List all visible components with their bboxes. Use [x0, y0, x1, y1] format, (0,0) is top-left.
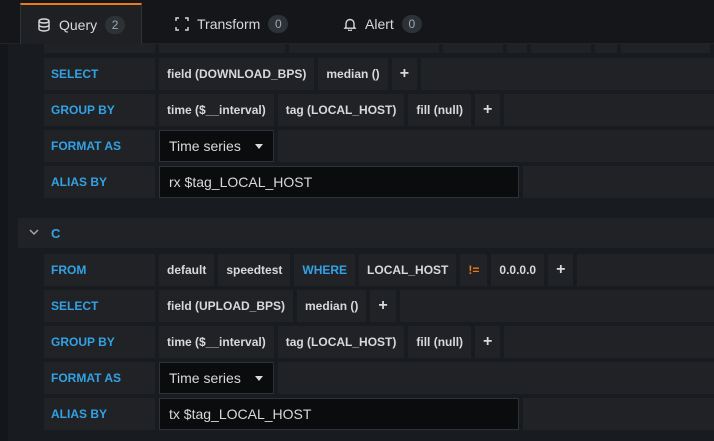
tab-alert-count: 0: [401, 14, 422, 33]
select-keyword: SELECT: [44, 290, 155, 322]
tab-alert-label: Alert: [365, 15, 394, 32]
query-c-select-row: SELECT field (UPLOAD_BPS) median () +: [44, 290, 714, 322]
where-key-segment[interactable]: LOCAL_HOST: [359, 254, 457, 286]
format-select[interactable]: Time series: [159, 362, 274, 394]
groupby-fill-segment[interactable]: fill (null): [408, 94, 472, 126]
query-c-groupby-row: GROUP BY time ($__interval) tag (LOCAL_H…: [44, 326, 714, 358]
query-b-format-row: FORMAT AS Time series: [44, 130, 714, 162]
format-select-value: Time series: [169, 138, 241, 154]
groupby-fill-segment[interactable]: fill (null): [408, 326, 472, 358]
query-b-alias-row: ALIAS BY rx $tag_LOCAL_HOST: [44, 166, 714, 198]
scrolled-row-partial: [44, 44, 714, 53]
query-c-header[interactable]: C: [18, 218, 714, 248]
alias-input[interactable]: tx $tag_LOCAL_HOST: [159, 398, 519, 430]
add-where-button[interactable]: +: [548, 254, 574, 286]
query-c-alias-row: ALIAS BY tx $tag_LOCAL_HOST: [44, 398, 714, 430]
alias-input[interactable]: rx $tag_LOCAL_HOST: [159, 166, 519, 198]
add-select-button[interactable]: +: [391, 58, 418, 90]
groupby-tag-segment[interactable]: tag (LOCAL_HOST): [277, 326, 405, 358]
select-keyword: SELECT: [44, 58, 155, 90]
where-operator-segment[interactable]: !=: [460, 254, 488, 286]
from-measurement-segment[interactable]: speedtest: [218, 254, 291, 286]
tab-query[interactable]: Query 2: [20, 3, 142, 44]
left-edge: [0, 44, 8, 441]
groupby-time-segment[interactable]: time ($__interval): [159, 326, 274, 358]
alias-keyword: ALIAS BY: [44, 398, 155, 430]
query-panel: SELECT field (DOWNLOAD_BPS) median () + …: [8, 44, 714, 441]
add-select-button[interactable]: +: [370, 290, 396, 322]
format-select-value: Time series: [169, 370, 241, 386]
bell-icon: [343, 17, 357, 32]
query-c-from-row: FROM default speedtest WHERE LOCAL_HOST …: [44, 254, 714, 286]
groupby-keyword: GROUP BY: [44, 326, 155, 358]
transform-icon: [175, 16, 189, 31]
tab-query-count: 2: [105, 15, 126, 34]
format-keyword: FORMAT AS: [44, 130, 155, 162]
add-groupby-button[interactable]: +: [475, 94, 501, 126]
tab-transform[interactable]: Transform 0: [175, 3, 289, 44]
select-field-segment[interactable]: field (DOWNLOAD_BPS): [159, 58, 315, 90]
from-keyword: FROM: [44, 254, 155, 286]
tab-alert[interactable]: Alert 0: [343, 3, 422, 44]
tab-transform-label: Transform: [197, 15, 261, 32]
groupby-keyword: GROUP BY: [44, 94, 155, 126]
query-b-groupby-row: GROUP BY time ($__interval) tag (LOCAL_H…: [44, 94, 714, 126]
alias-keyword: ALIAS BY: [44, 166, 155, 198]
select-field-segment[interactable]: field (UPLOAD_BPS): [159, 290, 294, 322]
query-b-select-row: SELECT field (DOWNLOAD_BPS) median () +: [44, 58, 714, 90]
query-editor-tabs: Query 2 Transform 0 Alert 0: [0, 0, 714, 44]
add-groupby-button[interactable]: +: [475, 326, 501, 358]
query-c-letter: C: [51, 225, 61, 241]
groupby-time-segment[interactable]: time ($__interval): [159, 94, 274, 126]
select-function-segment[interactable]: median (): [318, 58, 388, 90]
groupby-tag-segment[interactable]: tag (LOCAL_HOST): [277, 94, 405, 126]
tab-transform-count: 0: [268, 14, 289, 33]
where-keyword: WHERE: [294, 254, 356, 286]
format-keyword: FORMAT AS: [44, 362, 155, 394]
caret-down-icon: [255, 376, 263, 381]
select-function-segment[interactable]: median (): [297, 290, 367, 322]
caret-down-icon: [255, 144, 263, 149]
format-select[interactable]: Time series: [159, 130, 274, 162]
from-policy-segment[interactable]: default: [159, 254, 215, 286]
database-icon: [37, 17, 51, 32]
tab-query-label: Query: [59, 16, 98, 33]
where-value-segment[interactable]: 0.0.0.0: [491, 254, 545, 286]
query-c-format-row: FORMAT AS Time series: [44, 362, 714, 394]
chevron-down-icon[interactable]: [29, 227, 39, 239]
